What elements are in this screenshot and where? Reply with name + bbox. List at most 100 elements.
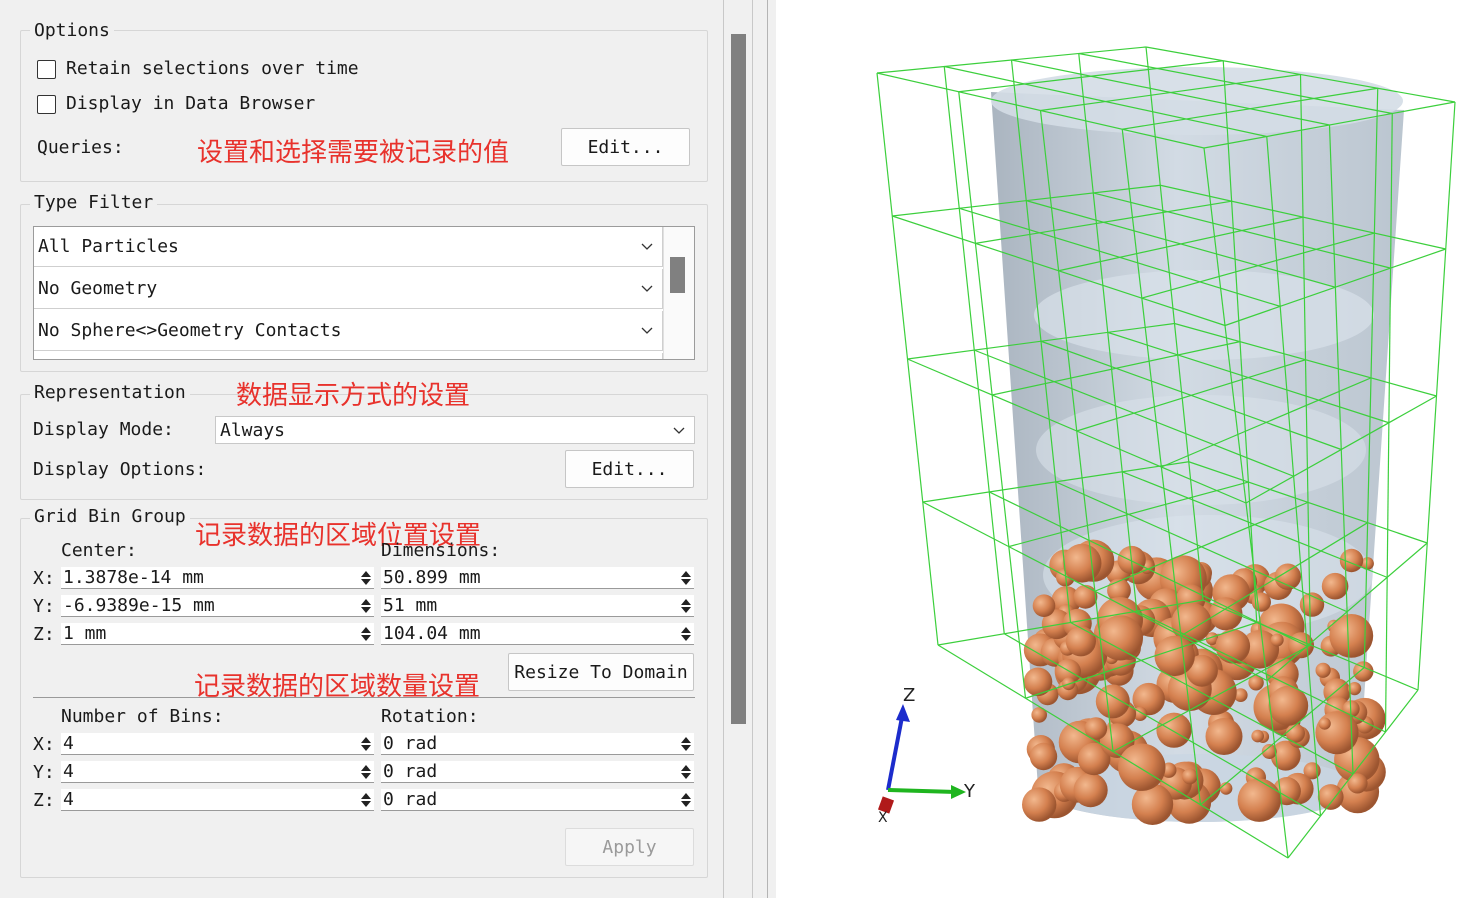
spinner-arrows-icon[interactable] xyxy=(680,791,692,809)
particle xyxy=(1270,633,1284,647)
type-filter-item-label: No Sphere<>Geometry Contacts xyxy=(38,320,342,341)
type-filter-item[interactable]: No Sphere<>Geometry Contacts xyxy=(34,311,663,351)
spinner-arrows-icon[interactable] xyxy=(680,763,692,781)
chevron-down-icon xyxy=(641,243,653,250)
bins-z-input[interactable]: 4 xyxy=(61,789,374,811)
spinner-arrows-icon[interactable] xyxy=(360,763,372,781)
display-browser-checkbox[interactable] xyxy=(37,95,56,114)
queries-label: Queries: xyxy=(37,137,124,158)
axis-y-label-3d: Y xyxy=(963,781,976,802)
retain-selections-checkbox[interactable] xyxy=(37,60,56,79)
particle xyxy=(1315,662,1331,678)
center-x-input[interactable]: 1.3878e-14 mm xyxy=(61,567,374,589)
axis-z-label: Z: xyxy=(33,624,55,645)
type-filter-item-label: All Particles xyxy=(38,236,179,257)
type-filter-scrollbar[interactable] xyxy=(663,227,694,359)
retain-selections-label: Retain selections over time xyxy=(66,58,359,79)
apply-button[interactable]: Apply xyxy=(565,828,694,866)
axis-z-label-3d: Z xyxy=(903,685,915,706)
dimensions-z-input[interactable]: 104.04 mm xyxy=(381,623,694,645)
center-y-value: -6.9389e-15 mm xyxy=(63,595,215,616)
particle xyxy=(1156,712,1192,748)
spinner-arrows-icon[interactable] xyxy=(360,625,372,643)
display-mode-select[interactable]: Always xyxy=(215,416,695,444)
particle xyxy=(1318,717,1331,730)
bins-x-input[interactable]: 4 xyxy=(61,733,374,755)
particle xyxy=(1347,773,1368,794)
dimensions-label: Dimensions: xyxy=(381,540,501,561)
type-filter-item-partial[interactable] xyxy=(34,353,663,359)
representation-annotation: 数据显示方式的设置 xyxy=(236,381,471,411)
dimensions-x-value: 50.899 mm xyxy=(383,567,481,588)
type-filter-item[interactable]: No Geometry xyxy=(34,269,663,309)
queries-edit-button[interactable]: Edit... xyxy=(561,128,690,166)
panel-scroll-thumb[interactable] xyxy=(731,34,746,724)
type-filter-list: All Particles No Geometry No Sphere<>Geo… xyxy=(33,226,695,360)
queries-annotation: 设置和选择需要被记录的值 xyxy=(197,138,510,168)
particle xyxy=(1317,784,1344,810)
center-z-input[interactable]: 1 mm xyxy=(61,623,374,645)
type-filter-item[interactable]: All Particles xyxy=(34,227,663,267)
bins-y-value: 4 xyxy=(63,761,74,782)
particle xyxy=(1154,635,1195,677)
rotation-x-input[interactable]: 0 rad xyxy=(381,733,694,755)
spinner-arrows-icon[interactable] xyxy=(360,569,372,587)
grid-bin-title: Grid Bin Group xyxy=(30,506,190,527)
panel-scrollbar[interactable] xyxy=(723,0,753,898)
center-x-value: 1.3878e-14 mm xyxy=(63,567,204,588)
scene-canvas: Z Y X xyxy=(876,46,1456,859)
particle xyxy=(1062,543,1102,583)
spinner-arrows-icon[interactable] xyxy=(360,735,372,753)
particle xyxy=(1251,729,1264,743)
dimensions-z-value: 104.04 mm xyxy=(383,623,481,644)
particle xyxy=(1065,626,1096,657)
chevron-down-icon xyxy=(641,327,653,334)
display-mode-value: Always xyxy=(220,419,286,441)
center-label: Center: xyxy=(61,540,137,561)
chevron-down-icon xyxy=(673,427,685,434)
splitter[interactable] xyxy=(767,0,775,898)
bins-z-value: 4 xyxy=(63,789,74,810)
type-filter-scroll-thumb[interactable] xyxy=(670,257,685,293)
separator xyxy=(33,697,695,698)
axis-x-label: X: xyxy=(33,568,55,589)
3d-viewport[interactable]: Z Y X xyxy=(776,0,1464,898)
grid-line xyxy=(1417,101,1456,691)
bins-y-input[interactable]: 4 xyxy=(61,761,374,783)
bins-label: Number of Bins: xyxy=(61,706,224,727)
options-title: Options xyxy=(30,20,114,41)
rotation-y-value: 0 rad xyxy=(383,761,438,782)
rotation-label: Rotation: xyxy=(381,706,479,727)
type-filter-item-label: No Geometry xyxy=(38,278,158,299)
display-options-edit-button[interactable]: Edit... xyxy=(565,450,694,488)
particle xyxy=(1029,742,1058,771)
particle xyxy=(1023,667,1053,697)
axis-x-label-3d: X xyxy=(878,810,888,826)
type-filter-title: Type Filter xyxy=(30,192,158,213)
rotation-z-input[interactable]: 0 rad xyxy=(381,789,694,811)
particle xyxy=(1182,768,1198,785)
chevron-down-icon xyxy=(641,285,653,292)
particle xyxy=(1073,773,1108,808)
dimensions-y-input[interactable]: 51 mm xyxy=(381,595,694,617)
spinner-arrows-icon[interactable] xyxy=(680,735,692,753)
particle xyxy=(1032,594,1056,617)
settings-panel: Options Retain selections over time Disp… xyxy=(0,0,770,898)
grid-line xyxy=(876,72,939,646)
display-browser-label: Display in Data Browser xyxy=(66,93,316,114)
spinner-arrows-icon[interactable] xyxy=(680,625,692,643)
axis-y-label: Y: xyxy=(33,596,55,617)
spinner-arrows-icon[interactable] xyxy=(680,569,692,587)
center-y-input[interactable]: -6.9389e-15 mm xyxy=(61,595,374,617)
dimensions-x-input[interactable]: 50.899 mm xyxy=(381,567,694,589)
particle xyxy=(1073,584,1098,609)
spinner-arrows-icon[interactable] xyxy=(360,791,372,809)
rotation-z-value: 0 rad xyxy=(383,789,438,810)
spinner-arrows-icon[interactable] xyxy=(680,597,692,615)
spinner-arrows-icon[interactable] xyxy=(360,597,372,615)
display-mode-label: Display Mode: xyxy=(33,419,174,440)
display-options-label: Display Options: xyxy=(33,459,207,480)
rotation-y-input[interactable]: 0 rad xyxy=(381,761,694,783)
bins-axis-y-label: Y: xyxy=(33,762,55,783)
resize-to-domain-button[interactable]: Resize To Domain xyxy=(508,653,694,691)
